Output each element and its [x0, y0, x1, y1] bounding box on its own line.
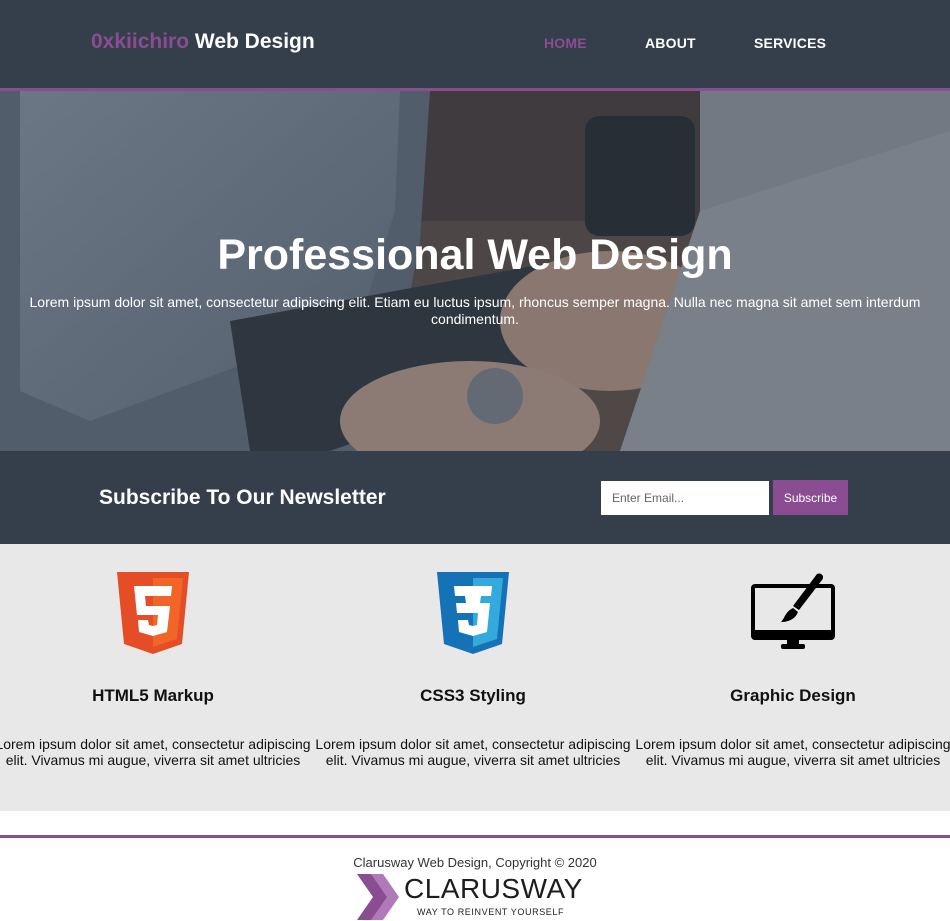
nav-about[interactable]: ABOUT [645, 35, 696, 51]
nav-home[interactable]: HOME [544, 35, 587, 51]
footer-copyright: Clarusway Web Design, Copyright © 2020 [353, 855, 597, 870]
newsletter-section: Subscribe To Our Newsletter Subscribe [0, 451, 950, 544]
nav-services[interactable]: SERVICES [754, 35, 826, 51]
feature-title: Graphic Design [730, 686, 856, 705]
newsletter-title: Subscribe To Our Newsletter [99, 486, 386, 509]
brand-highlight: 0xkiichiro [91, 30, 190, 53]
email-input[interactable] [601, 481, 769, 515]
feature-text: Lorem ipsum dolor sit amet, consectetur … [0, 736, 311, 768]
site-footer: Clarusway Web Design, Copyright © 2020 C… [0, 835, 950, 921]
brand-name: Web Design [189, 30, 315, 53]
logo-tagline: WAY TO REINVENT YOURSELF [417, 907, 565, 917]
feature-title: HTML5 Markup [92, 686, 214, 705]
feature-text: Lorem ipsum dolor sit amet, consectetur … [315, 736, 631, 768]
feature-graphic-design: Graphic Design Lorem ipsum dolor sit ame… [633, 544, 950, 811]
graphic-design-icon [751, 573, 835, 649]
feature-css3: CSS3 Styling Lorem ipsum dolor sit amet,… [313, 544, 633, 811]
logo-wordmark: CLARUSWAY [404, 873, 583, 904]
subscribe-button[interactable]: Subscribe [773, 480, 848, 515]
html5-icon [117, 572, 189, 654]
hero-section: Professional Web Design Lorem ipsum dolo… [0, 91, 950, 451]
feature-text: Lorem ipsum dolor sit amet, consectetur … [635, 736, 950, 768]
site-header: 0xkiichiro Web Design HOME ABOUT SERVICE… [0, 0, 950, 91]
hero-text: Lorem ipsum dolor sit amet, consectetur … [29, 294, 921, 327]
features-section: HTML5 Markup Lorem ipsum dolor sit amet,… [0, 544, 950, 811]
feature-title: CSS3 Styling [420, 686, 526, 705]
clarusway-logo[interactable]: CLARUSWAY WAY TO REINVENT YOURSELF [355, 870, 595, 921]
brand-logo[interactable]: 0xkiichiro Web Design [91, 30, 315, 54]
css3-icon [437, 572, 509, 654]
clarusway-chevron-icon [357, 874, 399, 920]
feature-html5: HTML5 Markup Lorem ipsum dolor sit amet,… [0, 544, 313, 811]
hero-title: Professional Web Design [217, 231, 733, 279]
